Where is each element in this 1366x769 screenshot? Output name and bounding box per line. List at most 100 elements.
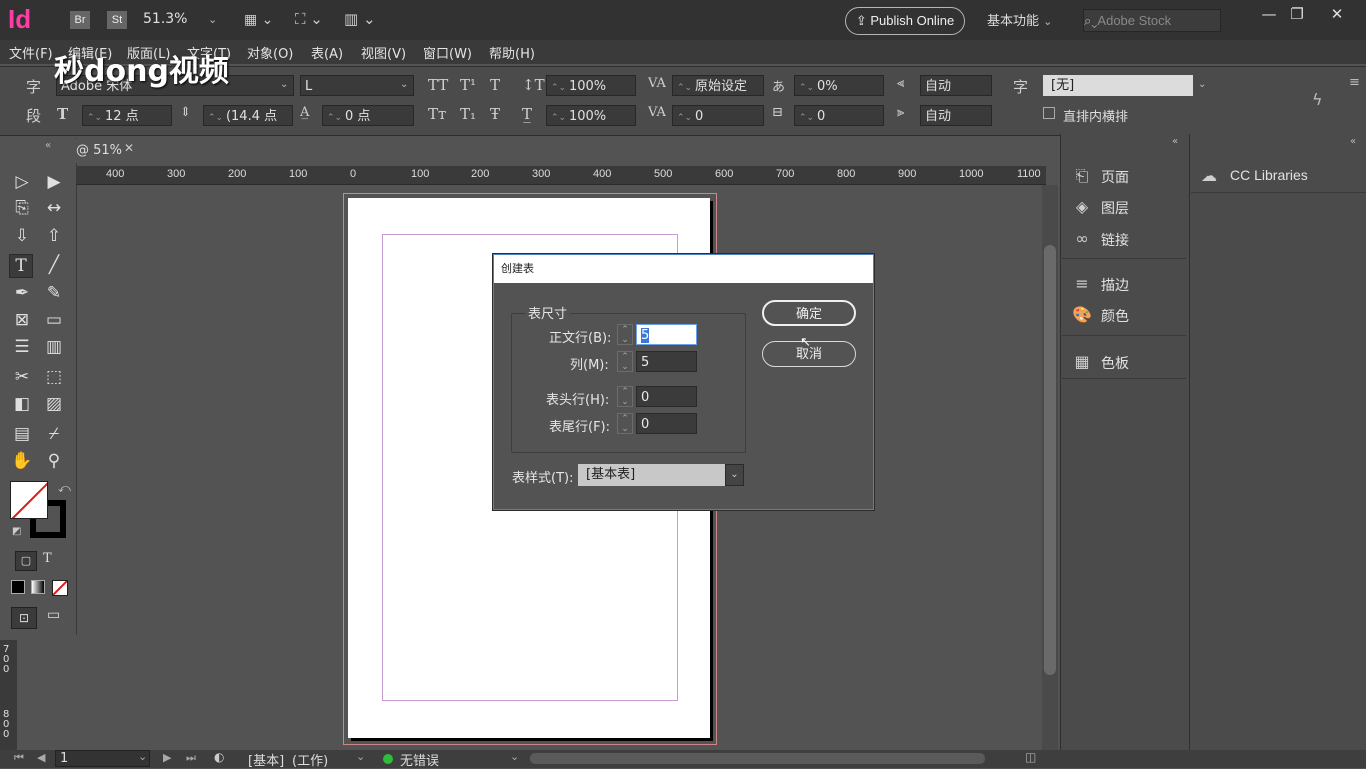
zoom-level[interactable]: 51.3%	[143, 11, 187, 27]
horizontal-scale-field[interactable]: ⌃⌄ 100%	[546, 105, 636, 126]
direct-selection-tool-icon[interactable]: ▶	[43, 171, 65, 193]
color-icon[interactable]: 🎨	[1071, 305, 1093, 324]
close-button[interactable]: ✕	[1326, 5, 1348, 23]
header-rows-stepper[interactable]: ⌃ ⌄	[617, 386, 633, 407]
stroke-icon[interactable]: ≡	[1071, 274, 1093, 293]
panel-pages[interactable]: 页面	[1101, 167, 1129, 187]
apply-color-icon[interactable]	[11, 580, 25, 594]
apply-gradient-icon[interactable]	[31, 580, 45, 594]
page-number-field[interactable]: 1	[55, 750, 150, 767]
swap-fill-stroke-icon[interactable]: ⤺	[58, 481, 71, 496]
baseline-field[interactable]: ⌃⌄ 0	[794, 105, 884, 126]
formatting-text-icon[interactable]: T	[43, 551, 52, 566]
stock-search-input[interactable]: ⌕⌄Adobe Stock	[1083, 9, 1221, 32]
free-transform-tool-icon[interactable]: ⬚	[43, 366, 65, 388]
panel-swatches[interactable]: 色板	[1101, 353, 1129, 373]
ok-button[interactable]: 确定	[762, 300, 856, 326]
chevron-down-icon[interactable]: ⌄	[400, 79, 408, 90]
screen-mode-icon[interactable]: ▭	[47, 607, 60, 623]
content-placer-icon[interactable]: ⇧	[43, 225, 65, 247]
tate-chu-yoko-checkbox[interactable]	[1043, 107, 1055, 119]
hand-tool-icon[interactable]: ✋	[11, 450, 33, 472]
all-caps-button[interactable]: TT	[428, 76, 448, 94]
next-page-icon[interactable]: ▶	[163, 751, 171, 764]
zoom-dropdown-icon[interactable]: ⌄	[208, 13, 217, 26]
arrange-docs-icon[interactable]: ▥ ⌄	[344, 10, 376, 28]
underline-button[interactable]: T	[490, 76, 500, 94]
panel-stroke[interactable]: 描边	[1101, 275, 1129, 295]
tracking-field[interactable]: ⌃⌄ 0	[672, 105, 764, 126]
columns-stepper[interactable]: ⌃ ⌄	[617, 351, 633, 372]
chevron-down-icon[interactable]: ⌄	[138, 750, 147, 763]
restore-button[interactable]: ❐	[1286, 5, 1308, 23]
collapse-icon[interactable]: «	[1172, 136, 1178, 147]
table-style-select[interactable]: [基本表]	[578, 464, 744, 486]
screen-mode-icon[interactable]: ⛶ ⌄	[295, 10, 323, 28]
aki-after-select[interactable]: 自动	[920, 105, 992, 126]
leading-field[interactable]: ⌃⌄ (14.4 点	[203, 105, 293, 126]
strikethrough-button[interactable]: Ŧ	[490, 105, 500, 123]
minimize-button[interactable]: —	[1258, 5, 1280, 23]
pencil-tool-icon[interactable]: ✎	[43, 282, 65, 304]
vertical-scale-field[interactable]: ⌃⌄ 100%	[546, 75, 636, 96]
gradient-feather-tool-icon[interactable]: ▨	[43, 393, 65, 415]
stock-button[interactable]: St	[107, 11, 127, 29]
body-rows-input[interactable]: 5	[636, 324, 697, 345]
horizontal-scrollbar[interactable]	[530, 753, 985, 764]
pages-icon[interactable]: ⎗	[1071, 166, 1093, 186]
tsume-field[interactable]: ⌃⌄ 0%	[794, 75, 884, 96]
apply-none-icon[interactable]	[52, 580, 68, 596]
rectangle-tool-icon[interactable]: ▭	[43, 309, 65, 331]
paragraph-mode-button[interactable]: 段	[26, 105, 41, 126]
default-fill-stroke-icon[interactable]: ◩	[12, 526, 21, 537]
chevron-down-icon[interactable]: ⌄	[280, 79, 288, 90]
gradient-swatch-tool-icon[interactable]: ◧	[11, 393, 33, 415]
panel-links[interactable]: 链接	[1101, 230, 1129, 250]
split-view-icon[interactable]: ◫	[1025, 750, 1036, 764]
rectangle-frame-tool-icon[interactable]: ⊠	[11, 309, 33, 331]
line-tool-icon[interactable]: ╱	[43, 254, 65, 276]
panel-color[interactable]: 颜色	[1101, 306, 1129, 326]
note-tool-icon[interactable]: ▤	[11, 423, 33, 445]
normal-mode-icon[interactable]: ⊡	[11, 607, 37, 629]
menu-help[interactable]: 帮助(H)	[489, 43, 535, 62]
eyedropper-tool-icon[interactable]: ⌿	[43, 423, 65, 445]
layers-icon[interactable]: ◈	[1071, 197, 1093, 216]
lightning-icon[interactable]: ϟ	[1312, 90, 1323, 109]
fill-swatch[interactable]	[10, 481, 48, 519]
bridge-button[interactable]: Br	[70, 11, 90, 29]
menu-window[interactable]: 窗口(W)	[423, 43, 472, 62]
page-tool-icon[interactable]: ⎘	[11, 197, 33, 219]
panel-layers[interactable]: 图层	[1101, 198, 1129, 218]
footer-rows-stepper[interactable]: ⌃ ⌄	[617, 413, 633, 434]
cc-libraries-icon[interactable]: ☁	[1198, 166, 1220, 185]
menu-view[interactable]: 视图(V)	[361, 43, 406, 62]
chevron-down-icon[interactable]: ⌄	[356, 750, 365, 763]
vertical-grid-tool-icon[interactable]: ▥	[43, 336, 65, 358]
small-caps-button[interactable]: Tт	[428, 105, 446, 123]
chevron-down-icon[interactable]: ⌄	[725, 464, 744, 486]
menu-table[interactable]: 表(A)	[311, 43, 343, 62]
prev-page-icon[interactable]: ◀	[37, 751, 45, 764]
collapse-icon[interactable]: «	[45, 140, 51, 151]
content-collector-icon[interactable]: ⇩	[11, 225, 33, 247]
kerning-field[interactable]: ⌃⌄ 0 点	[322, 105, 414, 126]
type-tool-icon[interactable]: T	[9, 254, 33, 278]
last-page-icon[interactable]: ⏭	[186, 751, 196, 765]
menu-object[interactable]: 对象(O)	[247, 43, 293, 62]
columns-input[interactable]: 5	[636, 351, 697, 372]
document-tab[interactable]: @ 51% ✕	[76, 139, 146, 163]
control-menu-icon[interactable]: ≡	[1349, 75, 1360, 90]
scissors-tool-icon[interactable]: ✂	[11, 366, 33, 388]
preflight-open-icon[interactable]: ◐	[214, 750, 224, 764]
formatting-container-icon[interactable]: ▢	[15, 551, 37, 571]
font-size-field[interactable]: ⌃⌄ 12 点	[82, 105, 172, 126]
collapse-icon[interactable]: «	[1350, 136, 1356, 147]
chevron-down-icon[interactable]: ⌄	[1198, 79, 1206, 90]
close-tab-icon[interactable]: ✕	[124, 141, 134, 155]
subscript-button[interactable]: T₁	[460, 105, 476, 123]
view-options-icon[interactable]: ▦ ⌄	[244, 12, 273, 28]
superscript-button[interactable]: T¹	[460, 76, 476, 94]
gap-tool-icon[interactable]: ↔	[43, 197, 65, 219]
workspace-switcher[interactable]: 基本功能 ⌄	[987, 10, 1052, 29]
